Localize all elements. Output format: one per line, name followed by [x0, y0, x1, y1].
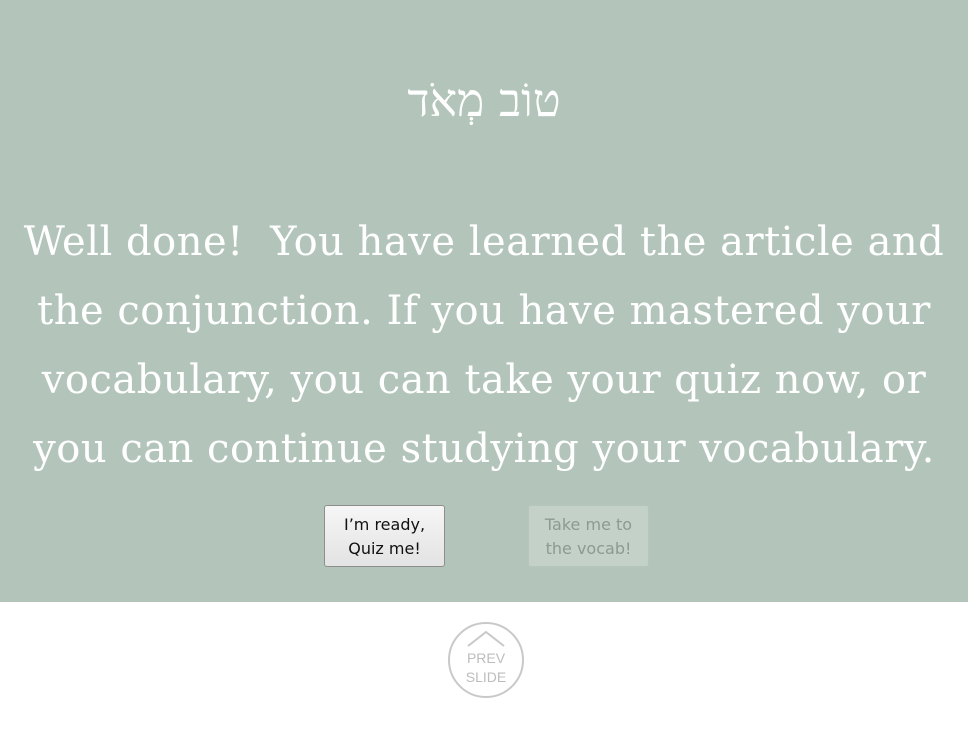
prev-slide-button[interactable]: PREV SLIDE: [448, 622, 524, 698]
message-line: the conjunction. If you have mastered yo…: [37, 288, 931, 334]
hebrew-title: טוֹב מְאֹד: [407, 73, 561, 127]
completion-message: Well done! You have learned the article …: [0, 208, 968, 484]
quiz-me-button[interactable]: I’m ready, Quiz me!: [324, 505, 445, 567]
message-line: you can continue studying your vocabular…: [33, 426, 935, 472]
prev-slide-label-line2: SLIDE: [465, 669, 507, 685]
slide-panel: טוֹב מְאֹד Well done! You have learned t…: [0, 0, 968, 602]
take-me-to-vocab-button[interactable]: Take me to the vocab!: [528, 505, 649, 567]
quiz-button-label-line1: I’m ready,: [343, 515, 426, 534]
home-icon: [467, 630, 505, 647]
prev-slide-label-line1: PREV: [466, 650, 506, 666]
message-line: Well done! You have learned the article …: [23, 219, 945, 265]
vocab-button-label-line2: the vocab!: [545, 539, 632, 558]
vocab-button-label-line1: Take me to: [544, 515, 633, 534]
prev-slide-label: PREV SLIDE: [450, 649, 522, 687]
quiz-button-label-line2: Quiz me!: [348, 539, 421, 558]
message-line: vocabulary, you can take your quiz now, …: [41, 357, 927, 403]
